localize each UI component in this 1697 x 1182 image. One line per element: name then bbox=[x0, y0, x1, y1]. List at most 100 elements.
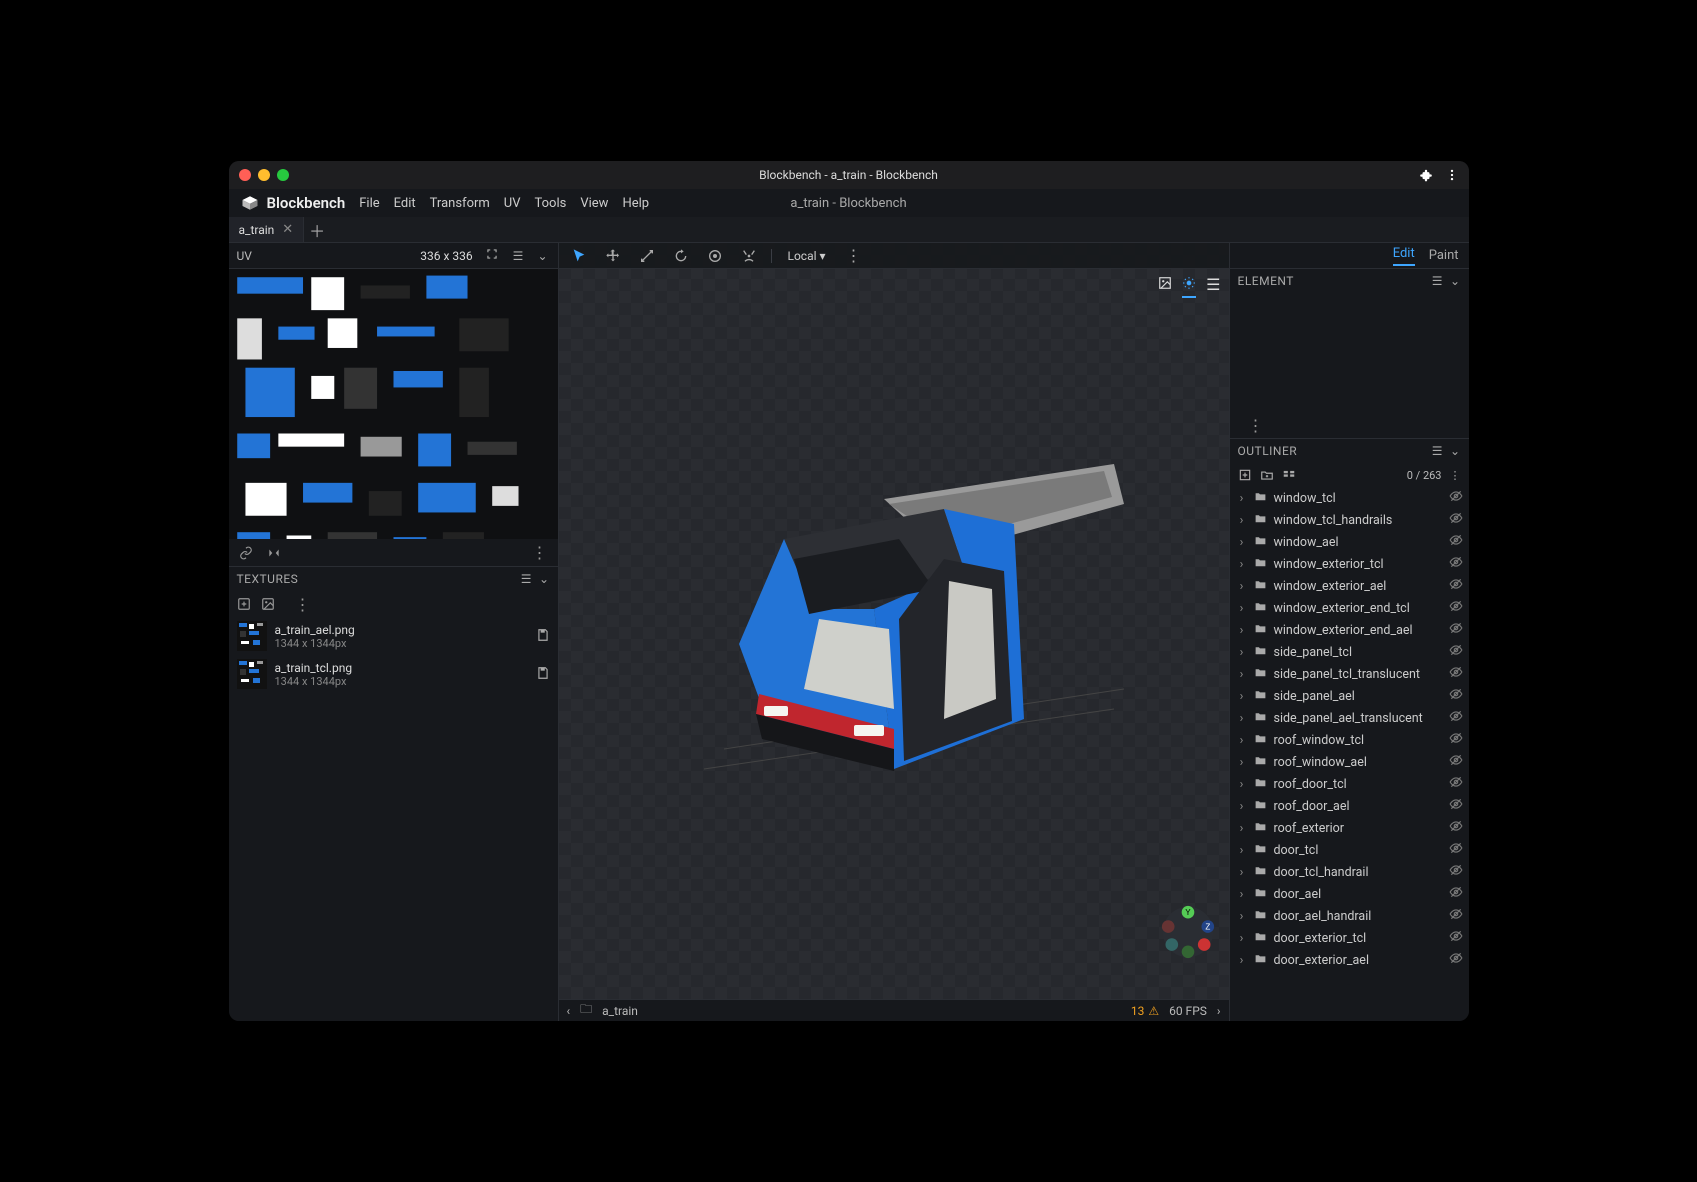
chevron-down-icon[interactable]: ⌄ bbox=[535, 247, 549, 265]
chevron-down-icon[interactable]: ⌄ bbox=[1450, 444, 1461, 458]
chevron-down-icon[interactable]: ⌄ bbox=[539, 572, 550, 586]
outliner-node[interactable]: › side_panel_tcl_translucent bbox=[1230, 663, 1469, 685]
outliner-node[interactable]: › door_ael_handrail bbox=[1230, 905, 1469, 927]
outliner-node[interactable]: › door_tcl bbox=[1230, 839, 1469, 861]
menu-help[interactable]: Help bbox=[622, 196, 649, 211]
rotate-tool-icon[interactable] bbox=[669, 246, 693, 266]
visibility-icon[interactable] bbox=[1449, 819, 1463, 837]
add-group-icon[interactable] bbox=[1260, 468, 1274, 482]
chevron-right-icon[interactable]: › bbox=[1236, 799, 1248, 814]
menu-tools[interactable]: Tools bbox=[535, 196, 567, 211]
outliner-node[interactable]: › side_panel_ael_translucent bbox=[1230, 707, 1469, 729]
background-image-icon[interactable] bbox=[1158, 275, 1172, 298]
texture-item[interactable]: a_train_ael.png 1344 x 1344px bbox=[229, 617, 558, 655]
visibility-icon[interactable] bbox=[1449, 489, 1463, 507]
select-tool-icon[interactable] bbox=[567, 246, 591, 266]
toggle-outliner-icon[interactable] bbox=[1282, 468, 1296, 482]
menu-transform[interactable]: Transform bbox=[430, 196, 490, 211]
extension-icon[interactable] bbox=[1419, 168, 1433, 182]
orientation-gizmo[interactable]: Y Z bbox=[1161, 905, 1215, 959]
outliner-node[interactable]: › window_exterior_ael bbox=[1230, 575, 1469, 597]
panel-menu-icon[interactable]: ☰ bbox=[1432, 444, 1443, 458]
outliner-node[interactable]: › window_tcl bbox=[1230, 487, 1469, 509]
chevron-right-icon[interactable]: › bbox=[1236, 755, 1248, 770]
file-tab[interactable]: a_train ✕ bbox=[229, 217, 305, 242]
visibility-icon[interactable] bbox=[1449, 643, 1463, 661]
chevron-right-icon[interactable]: › bbox=[1236, 953, 1248, 968]
chevron-right-icon[interactable]: › bbox=[1236, 645, 1248, 660]
visibility-icon[interactable] bbox=[1449, 731, 1463, 749]
outliner-node[interactable]: › roof_door_ael bbox=[1230, 795, 1469, 817]
shading-icon[interactable] bbox=[1182, 275, 1196, 298]
texture-item[interactable]: a_train_tcl.png 1344 x 1344px bbox=[229, 655, 558, 693]
outliner-node[interactable]: › roof_exterior bbox=[1230, 817, 1469, 839]
fullscreen-window-button[interactable] bbox=[277, 169, 289, 181]
app-logo[interactable]: Blockbench bbox=[241, 194, 346, 212]
visibility-icon[interactable] bbox=[1449, 533, 1463, 551]
menu-uv[interactable]: UV bbox=[504, 196, 521, 211]
outliner-node[interactable]: › door_exterior_ael bbox=[1230, 949, 1469, 971]
pivot-tool-icon[interactable] bbox=[703, 246, 727, 266]
visibility-icon[interactable] bbox=[1449, 555, 1463, 573]
visibility-icon[interactable] bbox=[1449, 709, 1463, 727]
visibility-icon[interactable] bbox=[1449, 863, 1463, 881]
more-icon[interactable]: ⋮ bbox=[532, 543, 548, 562]
outliner-node[interactable]: › side_panel_tcl bbox=[1230, 641, 1469, 663]
outliner-node[interactable]: › door_exterior_tcl bbox=[1230, 927, 1469, 949]
visibility-icon[interactable] bbox=[1449, 511, 1463, 529]
chevron-right-icon[interactable]: › bbox=[1236, 535, 1248, 550]
save-icon[interactable] bbox=[536, 665, 550, 684]
save-icon[interactable] bbox=[536, 627, 550, 646]
outliner-node[interactable]: › window_exterior_end_tcl bbox=[1230, 597, 1469, 619]
more-icon[interactable]: ⋮ bbox=[1248, 416, 1264, 435]
fullscreen-icon[interactable] bbox=[483, 245, 501, 266]
close-window-button[interactable] bbox=[239, 169, 251, 181]
chevron-right-icon[interactable]: › bbox=[1236, 821, 1248, 836]
menu-edit[interactable]: Edit bbox=[394, 196, 416, 211]
chevron-right-icon[interactable]: › bbox=[1236, 579, 1248, 594]
visibility-icon[interactable] bbox=[1449, 885, 1463, 903]
chevron-right-icon[interactable]: › bbox=[1236, 887, 1248, 902]
menu-view[interactable]: View bbox=[580, 196, 608, 211]
more-icon[interactable] bbox=[1445, 168, 1459, 182]
visibility-icon[interactable] bbox=[1449, 841, 1463, 859]
more-icon[interactable]: ⋮ bbox=[1450, 469, 1461, 482]
outliner-node[interactable]: › window_exterior_end_ael bbox=[1230, 619, 1469, 641]
visibility-icon[interactable] bbox=[1449, 951, 1463, 969]
outliner-node[interactable]: › side_panel_ael bbox=[1230, 685, 1469, 707]
visibility-icon[interactable] bbox=[1449, 775, 1463, 793]
menu-file[interactable]: File bbox=[359, 196, 379, 211]
chevron-right-icon[interactable]: › bbox=[1236, 733, 1248, 748]
vertex-snap-icon[interactable] bbox=[737, 246, 761, 266]
uv-editor-viewport[interactable] bbox=[229, 269, 558, 539]
forward-icon[interactable]: › bbox=[1217, 1004, 1221, 1018]
new-tab-button[interactable]: ＋ bbox=[304, 217, 330, 242]
chevron-right-icon[interactable]: › bbox=[1236, 491, 1248, 506]
outliner-node[interactable]: › door_tcl_handrail bbox=[1230, 861, 1469, 883]
move-tool-icon[interactable] bbox=[601, 246, 625, 266]
more-icon[interactable]: ⋮ bbox=[295, 595, 311, 614]
outliner-node[interactable]: › roof_window_ael bbox=[1230, 751, 1469, 773]
outliner-node[interactable]: › window_tcl_handrails bbox=[1230, 509, 1469, 531]
mirror-icon[interactable] bbox=[267, 546, 281, 560]
visibility-icon[interactable] bbox=[1449, 797, 1463, 815]
chevron-right-icon[interactable]: › bbox=[1236, 557, 1248, 572]
visibility-icon[interactable] bbox=[1449, 665, 1463, 683]
outliner-node[interactable]: › window_exterior_tcl bbox=[1230, 553, 1469, 575]
chevron-right-icon[interactable]: › bbox=[1236, 601, 1248, 616]
transform-space-select[interactable]: Local ▾ bbox=[782, 247, 832, 265]
viewport-menu-icon[interactable]: ☰ bbox=[1206, 275, 1220, 298]
mode-tab-edit[interactable]: Edit bbox=[1393, 246, 1415, 266]
resize-tool-icon[interactable] bbox=[635, 246, 659, 266]
outliner-node[interactable]: › window_ael bbox=[1230, 531, 1469, 553]
visibility-icon[interactable] bbox=[1449, 753, 1463, 771]
chevron-right-icon[interactable]: › bbox=[1236, 689, 1248, 704]
back-icon[interactable]: ‹ bbox=[567, 1004, 571, 1018]
add-cube-icon[interactable] bbox=[1238, 468, 1252, 482]
link-icon[interactable] bbox=[239, 546, 253, 560]
mode-tab-paint[interactable]: Paint bbox=[1429, 248, 1459, 263]
panel-menu-icon[interactable]: ☰ bbox=[521, 572, 532, 586]
chevron-right-icon[interactable]: › bbox=[1236, 909, 1248, 924]
chevron-right-icon[interactable]: › bbox=[1236, 865, 1248, 880]
visibility-icon[interactable] bbox=[1449, 599, 1463, 617]
